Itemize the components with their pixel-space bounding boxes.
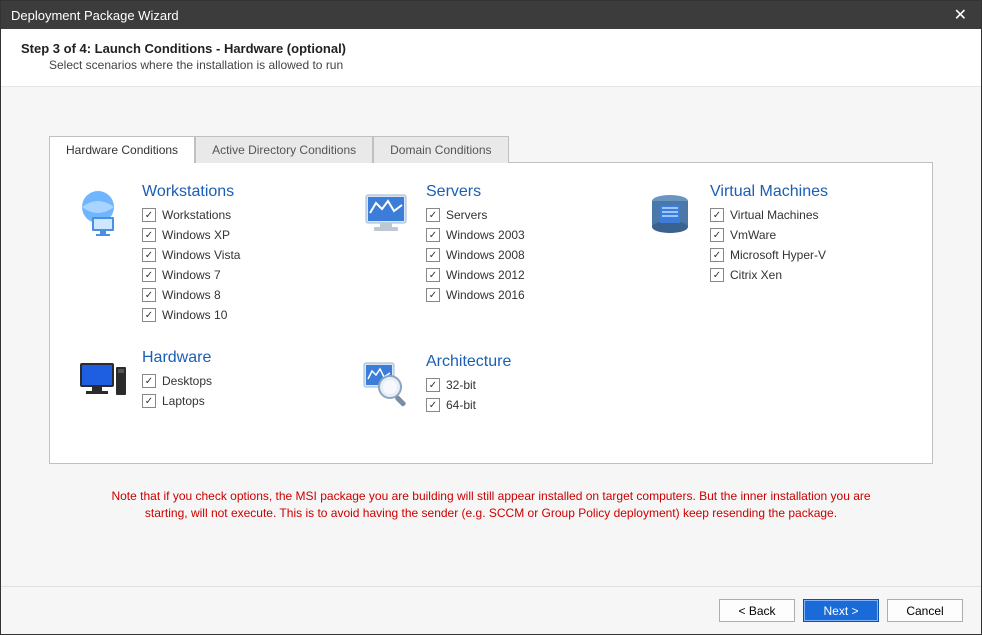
option-windows-vista[interactable]: Windows Vista	[142, 245, 340, 265]
checkbox-icon[interactable]	[142, 208, 156, 222]
tab-domain-conditions[interactable]: Domain Conditions	[373, 136, 508, 163]
column-1: Workstations Workstations Windows XP Win…	[74, 183, 340, 439]
option-workstations[interactable]: Workstations	[142, 205, 340, 225]
checkbox-icon[interactable]	[142, 394, 156, 408]
checkbox-icon[interactable]	[142, 308, 156, 322]
checkbox-icon[interactable]	[426, 228, 440, 242]
checkbox-icon[interactable]	[426, 208, 440, 222]
wizard-window: Deployment Package Wizard ✕ Step 3 of 4:…	[0, 0, 982, 635]
option-windows-7[interactable]: Windows 7	[142, 265, 340, 285]
option-windows-2003[interactable]: Windows 2003	[426, 225, 624, 245]
step-subtitle: Select scenarios where the installation …	[21, 58, 961, 72]
group-workstations: Workstations Workstations Windows XP Win…	[74, 183, 340, 325]
titlebar-title: Deployment Package Wizard	[11, 8, 179, 23]
tab-hardware-conditions[interactable]: Hardware Conditions	[49, 136, 195, 163]
step-title: Step 3 of 4: Launch Conditions - Hardwar…	[21, 41, 961, 56]
group-hardware: Hardware Desktops Laptops	[74, 349, 340, 411]
column-2: Servers Servers Windows 2003 Windows 200…	[358, 183, 624, 439]
checkbox-icon[interactable]	[142, 228, 156, 242]
option-vmware[interactable]: VmWare	[710, 225, 908, 245]
column-3: Virtual Machines Virtual Machines VmWare…	[642, 183, 908, 439]
titlebar: Deployment Package Wizard ✕	[1, 1, 981, 29]
cancel-button[interactable]: Cancel	[887, 599, 963, 622]
wizard-header: Step 3 of 4: Launch Conditions - Hardwar…	[1, 29, 981, 87]
checkbox-icon[interactable]	[710, 268, 724, 282]
group-servers: Servers Servers Windows 2003 Windows 200…	[358, 183, 624, 305]
option-windows-xp[interactable]: Windows XP	[142, 225, 340, 245]
group-title-workstations: Workstations	[142, 183, 340, 201]
checkbox-icon[interactable]	[142, 268, 156, 282]
group-title-architecture: Architecture	[426, 353, 624, 371]
checkbox-icon[interactable]	[710, 228, 724, 242]
cylinder-database-icon	[642, 187, 698, 243]
option-hyper-v[interactable]: Microsoft Hyper-V	[710, 245, 908, 265]
checkbox-icon[interactable]	[710, 208, 724, 222]
wizard-footer: < Back Next > Cancel	[1, 586, 981, 634]
checkbox-icon[interactable]	[142, 288, 156, 302]
option-windows-2012[interactable]: Windows 2012	[426, 265, 624, 285]
option-windows-2016[interactable]: Windows 2016	[426, 285, 624, 305]
checkbox-icon[interactable]	[426, 248, 440, 262]
option-laptops[interactable]: Laptops	[142, 391, 340, 411]
group-title-vm: Virtual Machines	[710, 183, 908, 201]
group-title-servers: Servers	[426, 183, 624, 201]
desktop-monitor-icon	[74, 353, 130, 409]
next-button[interactable]: Next >	[803, 599, 879, 622]
tab-strip: Hardware Conditions Active Directory Con…	[49, 135, 933, 162]
globe-monitor-icon	[74, 187, 130, 243]
checkbox-icon[interactable]	[710, 248, 724, 262]
checkbox-icon[interactable]	[426, 288, 440, 302]
checkbox-icon[interactable]	[426, 268, 440, 282]
close-icon[interactable]: ✕	[948, 5, 973, 25]
option-64-bit[interactable]: 64-bit	[426, 395, 624, 415]
tab-active-directory-conditions[interactable]: Active Directory Conditions	[195, 136, 373, 163]
checkbox-icon[interactable]	[426, 378, 440, 392]
warning-note: Note that if you check options, the MSI …	[49, 488, 933, 522]
checkbox-icon[interactable]	[426, 398, 440, 412]
magnifier-chart-icon	[358, 357, 414, 413]
option-windows-10[interactable]: Windows 10	[142, 305, 340, 325]
option-windows-2008[interactable]: Windows 2008	[426, 245, 624, 265]
checkbox-icon[interactable]	[142, 248, 156, 262]
option-windows-8[interactable]: Windows 8	[142, 285, 340, 305]
tab-panel-hardware: Workstations Workstations Windows XP Win…	[49, 162, 933, 464]
option-citrix-xen[interactable]: Citrix Xen	[710, 265, 908, 285]
group-virtual-machines: Virtual Machines Virtual Machines VmWare…	[642, 183, 908, 285]
option-servers[interactable]: Servers	[426, 205, 624, 225]
option-32-bit[interactable]: 32-bit	[426, 375, 624, 395]
back-button[interactable]: < Back	[719, 599, 795, 622]
group-architecture: Architecture 32-bit 64-bit	[358, 353, 624, 415]
group-title-hardware: Hardware	[142, 349, 340, 367]
server-monitor-icon	[358, 187, 414, 243]
option-virtual-machines[interactable]: Virtual Machines	[710, 205, 908, 225]
wizard-body: Hardware Conditions Active Directory Con…	[1, 87, 981, 586]
checkbox-icon[interactable]	[142, 374, 156, 388]
option-desktops[interactable]: Desktops	[142, 371, 340, 391]
